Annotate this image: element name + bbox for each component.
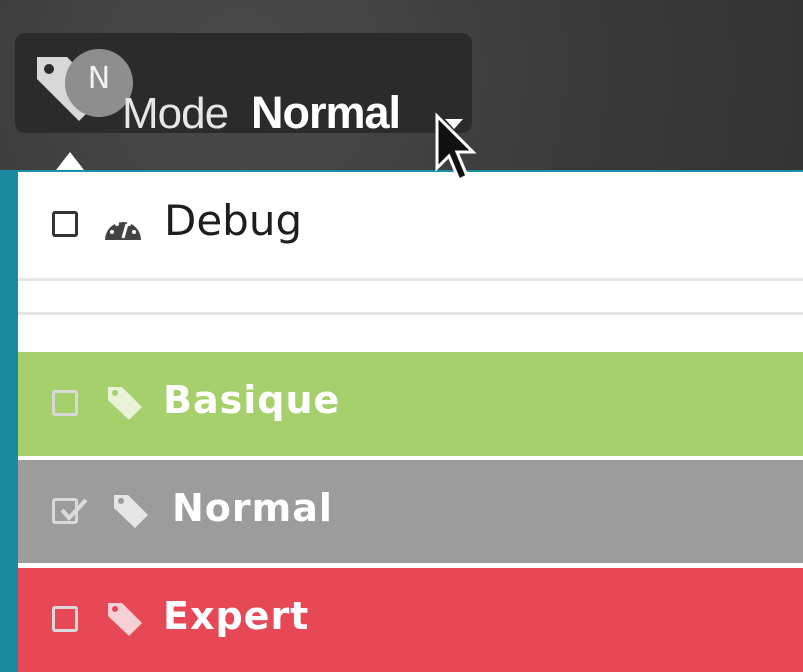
tag-icon <box>114 495 148 528</box>
menu-item-basique[interactable]: Basique <box>18 352 803 456</box>
left-teal-edge <box>0 170 18 672</box>
tag-icon <box>108 603 142 636</box>
basique-checkbox[interactable] <box>52 390 78 416</box>
mode-prefix-label: Mode <box>122 89 229 138</box>
checkmark-icon <box>60 498 88 521</box>
menu-item-label: Debug <box>164 196 303 245</box>
dropdown-pointer <box>56 152 84 170</box>
menu-item-label: Basique <box>163 378 341 422</box>
menu-item-label: Normal <box>172 486 333 530</box>
gauge-icon <box>105 222 141 240</box>
debug-checkbox[interactable] <box>52 211 78 237</box>
divider <box>18 312 803 315</box>
menu-item-debug[interactable]: Debug <box>18 172 803 278</box>
mode-dropdown-menu: Debug Basique Normal Expert <box>18 172 803 672</box>
expert-checkbox[interactable] <box>52 606 78 632</box>
tag-icon <box>108 387 142 420</box>
menu-item-label: Expert <box>163 594 310 638</box>
mode-current-value: Normal <box>251 87 401 138</box>
menu-item-normal[interactable]: Normal <box>18 460 803 563</box>
menu-item-expert[interactable]: Expert <box>18 568 803 672</box>
mode-selector-button[interactable]: N Mode Normal <box>15 33 472 138</box>
divider <box>18 278 803 281</box>
mouse-cursor-icon <box>435 112 477 183</box>
